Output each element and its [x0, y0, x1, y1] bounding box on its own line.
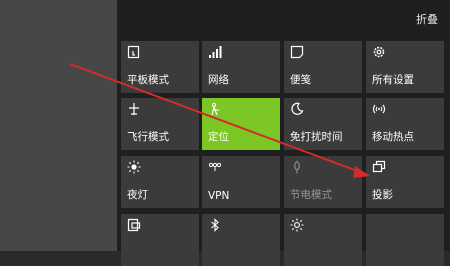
tile-mobile-hotspot[interactable]: 移动热点 [366, 98, 444, 150]
network-icon [208, 45, 222, 59]
tile-bluetooth[interactable] [202, 214, 280, 266]
tile-all-settings[interactable]: 所有设置 [366, 41, 444, 93]
gear-icon [372, 45, 386, 59]
tile-label: 投影 [372, 189, 393, 201]
tile-tablet-mode[interactable]: 平板模式 [121, 41, 199, 93]
hotspot-icon [372, 102, 386, 116]
connect-icon [127, 218, 141, 232]
tablet-icon [127, 45, 141, 59]
tile-project[interactable]: 投影 [366, 156, 444, 208]
tile-night-light[interactable]: 夜灯 [121, 156, 199, 208]
vpn-icon [208, 160, 222, 174]
location-icon [208, 102, 222, 116]
tile-label: 平板模式 [127, 74, 169, 86]
tile-connect[interactable] [121, 214, 199, 266]
tile-empty [366, 214, 444, 266]
bluetooth-icon [208, 218, 222, 232]
brightness-icon [290, 218, 304, 232]
tile-network[interactable]: 网络 [202, 41, 280, 93]
tile-battery-saver[interactable]: 节电模式 [284, 156, 362, 208]
tile-label: 节电模式 [290, 189, 332, 201]
project-icon [372, 160, 386, 174]
tile-quiet-hours[interactable]: 免打扰时间 [284, 98, 362, 150]
tile-label: 夜灯 [127, 189, 148, 201]
tile-label: 飞行模式 [127, 131, 169, 143]
moon-icon [290, 102, 304, 116]
tile-label: 定位 [208, 131, 229, 143]
tile-label: VPN [208, 190, 230, 202]
tile-label: 所有设置 [372, 74, 414, 86]
tile-vpn[interactable]: VPN [202, 156, 280, 208]
collapse-button[interactable]: 折叠 [416, 11, 438, 27]
desktop-background [0, 0, 117, 251]
tile-brightness[interactable] [284, 214, 362, 266]
tile-label: 免打扰时间 [290, 131, 343, 143]
brightness-icon [127, 160, 141, 174]
tile-location[interactable]: 定位 [202, 98, 280, 150]
tile-note[interactable]: 便笺 [284, 41, 362, 93]
battery-saver-icon [290, 160, 304, 174]
tile-label: 网络 [208, 74, 229, 86]
tile-label: 移动热点 [372, 131, 414, 143]
tile-label: 便笺 [290, 74, 311, 86]
tile-airplane-mode[interactable]: 飞行模式 [121, 98, 199, 150]
note-icon [290, 45, 304, 59]
airplane-icon [127, 102, 141, 116]
